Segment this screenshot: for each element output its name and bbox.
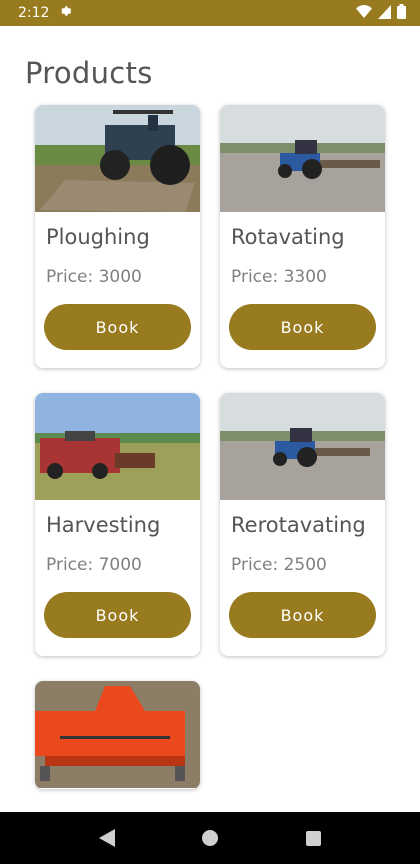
product-image <box>35 681 200 788</box>
book-button[interactable]: Book <box>44 304 191 350</box>
recents-icon[interactable] <box>293 818 333 858</box>
navigation-bar <box>0 812 420 864</box>
product-price: Price: 7000 <box>46 555 142 575</box>
status-time: 2:12 <box>18 5 50 21</box>
product-card-rotavating[interactable]: Rotavating Price: 3300 Book <box>220 105 385 368</box>
product-image <box>220 105 385 212</box>
product-title: Rotavating <box>231 225 345 249</box>
product-image <box>220 393 385 500</box>
page-title: Products <box>25 56 153 90</box>
product-title: Harvesting <box>46 513 161 537</box>
wifi-icon <box>356 4 372 23</box>
gear-icon <box>59 4 73 22</box>
product-card-harvesting[interactable]: Harvesting Price: 7000 Book <box>35 393 200 656</box>
product-title: Ploughing <box>46 225 150 249</box>
product-card-rerotavating[interactable]: Rerotavating Price: 2500 Book <box>220 393 385 656</box>
status-bar: 2:12 <box>0 0 420 26</box>
home-icon[interactable] <box>190 818 230 858</box>
battery-icon <box>397 3 406 23</box>
product-price: Price: 3000 <box>46 267 142 287</box>
book-button[interactable]: Book <box>44 592 191 638</box>
back-icon[interactable] <box>87 818 127 858</box>
book-button[interactable]: Book <box>229 304 376 350</box>
product-card-implement[interactable] <box>35 681 200 789</box>
product-card-ploughing[interactable]: Ploughing Price: 3000 Book <box>35 105 200 368</box>
product-price: Price: 2500 <box>231 555 327 575</box>
product-image <box>35 393 200 500</box>
book-button[interactable]: Book <box>229 592 376 638</box>
product-image <box>35 105 200 212</box>
product-title: Rerotavating <box>231 513 366 537</box>
product-price: Price: 3300 <box>231 267 327 287</box>
signal-icon <box>378 4 391 23</box>
